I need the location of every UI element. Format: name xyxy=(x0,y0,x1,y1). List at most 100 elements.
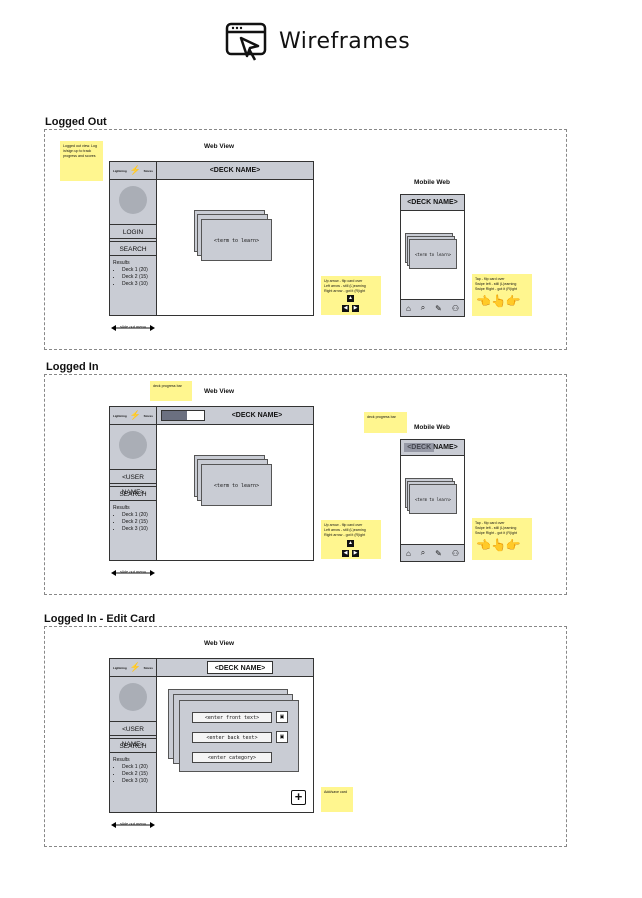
tap-icon: 👆 xyxy=(490,294,506,308)
deck-name-input[interactable]: <DECK NAME> xyxy=(207,661,273,674)
brand-left: Lightning xyxy=(113,413,127,418)
result-item[interactable]: Deck 2 (15) xyxy=(122,274,148,281)
image-upload-icon[interactable]: ▣ xyxy=(276,711,288,723)
result-item[interactable]: Deck 2 (15) xyxy=(122,519,148,526)
web-view-label: Web View xyxy=(204,640,235,647)
lightning-icon: ⚡ xyxy=(129,662,141,672)
category-input[interactable]: <enter category> xyxy=(192,752,272,763)
brand-left: Lightning xyxy=(113,168,127,173)
add-card-button[interactable]: + xyxy=(291,790,306,805)
search-button[interactable]: SEARCH xyxy=(110,738,156,753)
result-item[interactable]: Deck 1 (20) xyxy=(122,764,148,771)
mobile-flashcard[interactable]: <term to learn> xyxy=(409,239,457,269)
sticky-note-progress-mobile: deck progress bar xyxy=(364,412,407,433)
search-button[interactable]: SEARCH xyxy=(110,241,156,256)
section-title-edit-card: Logged In - Edit Card xyxy=(44,613,156,625)
sidebar: Lightning ⚡ Stores <USER NAME> SEARCH Re… xyxy=(109,406,157,561)
sidebar-header: Lightning ⚡ Stores xyxy=(110,659,156,677)
swipe-left-icon: 👈 xyxy=(476,538,491,552)
result-item[interactable]: Deck 2 (15) xyxy=(122,771,148,778)
search-icon[interactable]: ⌕ xyxy=(421,303,425,313)
header-icon xyxy=(225,22,269,62)
deck-name: <DECK NAME> xyxy=(231,412,283,419)
edit-icon[interactable]: ✎ xyxy=(435,549,442,558)
search-icon[interactable]: ⌕ xyxy=(421,548,425,558)
progress-bar xyxy=(161,410,205,421)
results-list: Results Deck 1 (20) Deck 2 (15) Deck 3 (… xyxy=(110,258,151,290)
flashcard[interactable]: <term to learn> xyxy=(201,219,272,261)
brand-right: Stores xyxy=(143,665,153,670)
arrow-up-icon: ▲ xyxy=(347,540,354,547)
home-icon[interactable]: ⌂ xyxy=(406,304,411,313)
arrow-right-icon: ▶ xyxy=(352,305,359,312)
gesture-icons: 👈👆👉 xyxy=(476,538,521,552)
slide-out-label: slide out menu xyxy=(119,324,146,329)
arrow-left-icon: ◀ xyxy=(342,550,349,557)
user-icon[interactable]: ⚇ xyxy=(452,304,459,313)
arrow-right-icon: ▶ xyxy=(352,550,359,557)
user-icon[interactable]: ⚇ xyxy=(452,549,459,558)
login-button[interactable]: LOGIN xyxy=(110,224,156,239)
result-item[interactable]: Deck 3 (10) xyxy=(122,778,148,785)
sidebar-header: Lightning ⚡ Stores xyxy=(110,407,156,425)
sticky-note-progress: deck progress bar xyxy=(150,381,192,401)
section-title-logged-in: Logged In xyxy=(46,361,99,373)
result-item[interactable]: Deck 3 (10) xyxy=(122,526,148,533)
arrow-up-icon: ▲ xyxy=(347,295,354,302)
section-title-logged-out: Logged Out xyxy=(45,116,107,128)
lightning-icon: ⚡ xyxy=(129,165,141,175)
gesture-icons: 👈👆👉 xyxy=(476,294,521,308)
swipe-left-icon: 👈 xyxy=(476,294,491,308)
slide-out-label: slide out menu xyxy=(119,569,146,574)
results-label: Results xyxy=(113,505,130,511)
user-name-button[interactable]: <USER NAME> xyxy=(110,721,156,748)
user-name-button[interactable]: <USER NAME> xyxy=(110,469,156,496)
mobile-progress-bar xyxy=(404,443,434,452)
arrow-left-icon: ◀ xyxy=(342,305,349,312)
add-icon: + xyxy=(294,789,303,804)
sticky-note-login: Logged out view. Log in/sign up to track… xyxy=(60,141,103,181)
avatar xyxy=(119,186,147,214)
mobile-tab-bar: ⌂ ⌕ ✎ ⚇ xyxy=(401,544,464,561)
mobile-web-label: Mobile Web xyxy=(414,179,450,186)
sidebar-header: Lightning ⚡ Stores xyxy=(110,162,156,180)
tap-icon: 👆 xyxy=(490,538,506,552)
results-label: Results xyxy=(113,260,130,266)
result-item[interactable]: Deck 1 (20) xyxy=(122,512,148,519)
deck-name-bar: <DECK NAME> xyxy=(157,162,313,180)
lightning-icon: ⚡ xyxy=(129,410,141,420)
result-item[interactable]: Deck 1 (20) xyxy=(122,267,148,274)
browser-cursor-icon xyxy=(225,22,267,61)
mobile-web-label: Mobile Web xyxy=(414,424,450,431)
slide-out-label: slide out menu xyxy=(119,821,146,826)
web-view-label: Web View xyxy=(204,388,235,395)
page-title: Wireframes xyxy=(279,29,411,54)
edit-icon[interactable]: ✎ xyxy=(435,304,442,313)
results-label: Results xyxy=(113,757,130,763)
brand-left: Lightning xyxy=(113,665,127,670)
brand-right: Stores xyxy=(143,413,153,418)
avatar xyxy=(119,431,147,459)
result-item[interactable]: Deck 3 (10) xyxy=(122,281,148,288)
front-text-input[interactable]: <enter front text> xyxy=(192,712,272,723)
swipe-right-icon: 👉 xyxy=(505,538,521,552)
back-text-input[interactable]: <enter back text> xyxy=(192,732,272,743)
avatar xyxy=(119,683,147,711)
flashcard[interactable]: <term to learn> xyxy=(201,464,272,506)
mobile-tab-bar: ⌂ ⌕ ✎ ⚇ xyxy=(401,299,464,316)
mobile-flashcard[interactable]: <term to learn> xyxy=(409,484,457,514)
sidebar: Lightning ⚡ Stores <USER NAME> SEARCH Re… xyxy=(109,658,157,813)
sticky-note-add: Add/save card xyxy=(321,787,353,812)
web-view-label: Web View xyxy=(204,143,235,150)
search-button[interactable]: SEARCH xyxy=(110,486,156,501)
brand-right: Stores xyxy=(143,168,153,173)
results-list: Results Deck 1 (20) Deck 2 (15) Deck 3 (… xyxy=(110,503,151,535)
results-list: Results Deck 1 (20) Deck 2 (15) Deck 3 (… xyxy=(110,755,151,787)
swipe-right-icon: 👉 xyxy=(505,294,521,308)
sidebar: Lightning ⚡ Stores LOGIN SEARCH Results … xyxy=(109,161,157,316)
home-icon[interactable]: ⌂ xyxy=(406,549,411,558)
image-upload-icon[interactable]: ▣ xyxy=(276,731,288,743)
deck-name-bar: <DECK NAME> xyxy=(157,659,313,677)
mobile-deck-name-bar: <DECK NAME> xyxy=(401,195,464,211)
progress-fill xyxy=(162,411,188,420)
